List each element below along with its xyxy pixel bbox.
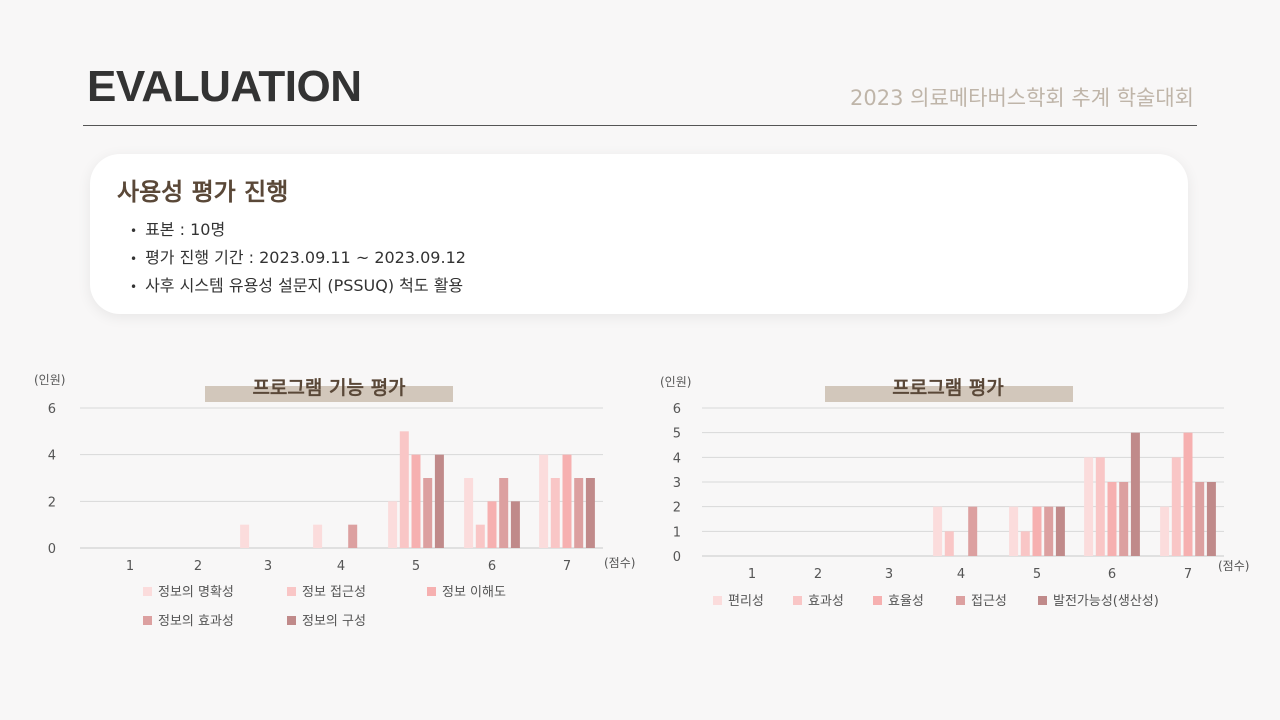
program-chart-bar xyxy=(1206,482,1216,556)
function-chart-bar xyxy=(399,431,409,548)
program-chart-bar xyxy=(1095,457,1105,556)
function-chart-legend-label: 정보의 구성 xyxy=(302,614,366,629)
program-chart-xtick-label: 1 xyxy=(748,567,756,582)
program-chart-ylabel: (인원) xyxy=(660,375,691,389)
function-chart-title: 프로그램 기능 평가 xyxy=(252,377,406,399)
program-chart-bar xyxy=(1084,457,1094,556)
function-chart-bar xyxy=(539,454,549,548)
program-chart-bar xyxy=(1195,482,1205,556)
program-chart-bar xyxy=(1044,506,1054,556)
function-chart-bar xyxy=(434,454,444,548)
program-chart-xtick-label: 5 xyxy=(1033,567,1041,582)
function-chart-legend-label: 정보의 명확성 xyxy=(158,585,234,600)
program-chart-bar xyxy=(1055,506,1065,556)
function-chart-bar xyxy=(240,524,250,548)
program-chart-bar xyxy=(1130,432,1140,556)
function-chart-legend-swatch xyxy=(143,616,152,625)
function-chart-bar xyxy=(510,501,520,548)
function-chart-ytick-label: 0 xyxy=(48,542,56,557)
function-chart-ytick-label: 6 xyxy=(48,402,56,417)
function-chart-legend-label: 정보 접근성 xyxy=(302,585,366,600)
program-chart-xtick-label: 3 xyxy=(885,567,893,582)
function-chart-bar xyxy=(487,501,497,548)
program-chart-bar xyxy=(1020,531,1030,556)
program-chart-bar xyxy=(944,531,954,556)
function-chart-bar xyxy=(475,524,485,548)
program-chart-ytick-label: 3 xyxy=(673,476,681,491)
function-chart-bar xyxy=(348,524,358,548)
function-chart-xlabel: (점수) xyxy=(604,556,635,570)
program-chart-bar xyxy=(1009,506,1019,556)
program-chart-xtick-label: 2 xyxy=(814,567,822,582)
function-chart-legend-swatch xyxy=(143,587,152,596)
function-chart-xtick-label: 2 xyxy=(194,559,202,574)
program-chart-title: 프로그램 평가 xyxy=(892,377,1004,399)
program-chart-bar xyxy=(1183,432,1193,556)
function-chart-xtick-label: 1 xyxy=(126,559,134,574)
function-chart-legend-label: 정보 이해도 xyxy=(442,585,506,600)
function-chart-bar xyxy=(464,478,474,548)
program-chart-xlabel: (점수) xyxy=(1218,559,1249,573)
program-chart-legend-label: 접근성 xyxy=(971,594,1007,609)
program-chart-xtick-label: 4 xyxy=(957,567,965,582)
function-chart-legend-label: 정보의 효과성 xyxy=(158,614,234,629)
function-chart-ytick-label: 4 xyxy=(48,449,56,464)
function-chart-bar xyxy=(423,478,433,548)
function-chart-bar xyxy=(562,454,572,548)
program-chart-legend-swatch xyxy=(1038,596,1047,605)
program-chart-bar xyxy=(933,506,943,556)
program-chart-ytick-label: 1 xyxy=(673,525,681,540)
function-chart-bar xyxy=(388,501,398,548)
program-chart-legend-label: 편리성 xyxy=(728,594,764,609)
function-chart-bar xyxy=(313,524,323,548)
function-evaluation-chart: 0 2 4 6 (인원) (점수) 프로그램 기능 평가 1 2 3 4 5 6 7 정보의 명확성 정보 접… xyxy=(34,373,1249,629)
function-chart-bar xyxy=(499,478,509,548)
program-chart-bar xyxy=(1032,506,1042,556)
program-chart-ytick-label: 6 xyxy=(673,402,681,417)
function-chart-xtick-label: 6 xyxy=(488,559,496,574)
program-chart-legend-label: 발전가능성(생산성) xyxy=(1053,594,1159,609)
function-chart-xtick-label: 3 xyxy=(264,559,272,574)
program-chart-legend-label: 효율성 xyxy=(888,594,924,609)
program-chart-bar xyxy=(1171,457,1181,556)
function-chart-bar xyxy=(585,478,595,548)
function-chart-bar xyxy=(574,478,584,548)
function-chart-bar xyxy=(550,478,560,548)
program-chart-bar xyxy=(1160,506,1170,556)
program-chart-ytick-label: 4 xyxy=(673,451,681,466)
program-chart-legend-label: 효과성 xyxy=(808,594,844,609)
program-chart-legend-swatch xyxy=(793,596,802,605)
program-chart-ytick-label: 2 xyxy=(673,501,681,516)
program-chart-ytick-label: 0 xyxy=(673,550,681,565)
function-chart-legend-swatch xyxy=(287,616,296,625)
program-chart-ytick-label: 5 xyxy=(673,427,681,442)
function-chart-ylabel: (인원) xyxy=(34,373,65,387)
function-chart-ytick-label: 2 xyxy=(48,495,56,510)
program-chart-legend-swatch xyxy=(873,596,882,605)
function-chart-legend-swatch xyxy=(427,587,436,596)
program-chart-bar xyxy=(1119,482,1129,556)
function-chart-xtick-label: 5 xyxy=(412,559,420,574)
program-chart-bar xyxy=(968,506,978,556)
program-chart-xtick-label: 6 xyxy=(1108,567,1116,582)
function-chart-xtick-label: 7 xyxy=(563,559,571,574)
program-chart-legend-swatch xyxy=(713,596,722,605)
function-chart-bar xyxy=(411,454,421,548)
program-chart-legend-swatch xyxy=(956,596,965,605)
program-chart-xtick-label: 7 xyxy=(1184,567,1192,582)
function-chart-legend-swatch xyxy=(287,587,296,596)
function-chart-xtick-label: 4 xyxy=(337,559,345,574)
program-chart-bar xyxy=(1107,482,1117,556)
